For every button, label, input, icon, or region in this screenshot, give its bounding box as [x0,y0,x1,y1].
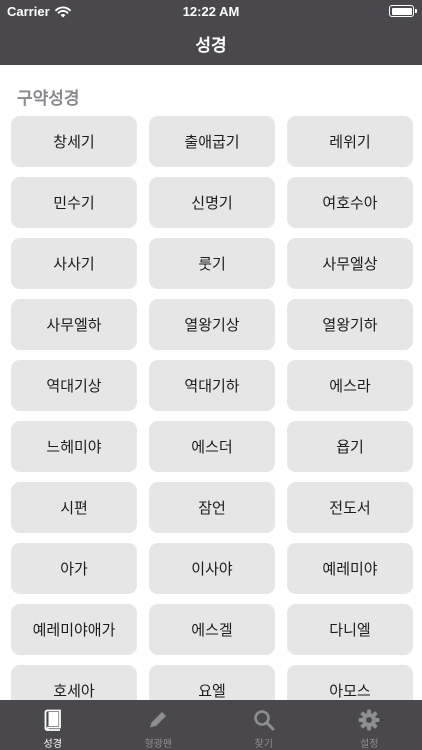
navigation-bar: 성경 [0,22,422,65]
book-button[interactable]: 이사야 [149,543,275,594]
book-button[interactable]: 시편 [11,482,137,533]
book-button[interactable]: 역대기상 [11,360,137,411]
book-grid: 창세기 출애굽기 레위기민수기 신명기 여호수아사사기 룻기 사무엘상사무엘하 열왕기상 열왕기… [11,116,413,716]
tab-2[interactable]: 형광펜 [106,700,212,750]
book-button[interactable]: 에스더 [149,421,275,472]
tab-bar: 성경 형광펜 찾기 설정 [0,700,422,750]
book-button[interactable]: 역대기하 [149,360,275,411]
book-button[interactable]: 아가 [11,543,137,594]
book-button[interactable]: 신명기 [149,177,275,228]
tab-label: 성경 [43,739,62,750]
tab-label: 설정 [360,739,379,750]
status-bar: Carrier 12:22 AM [0,0,422,22]
section-title: 구약성경 [17,89,80,109]
book-button[interactable]: 열왕기하 [287,299,413,350]
book-button[interactable]: 사무엘상 [287,238,413,289]
status-time: 12:22 AM [182,4,240,19]
book-button[interactable]: 느헤미야 [11,421,137,472]
book-button[interactable]: 욥기 [287,421,413,472]
book-button[interactable]: 출애굽기 [149,116,275,167]
page-title: 성경 [195,36,227,56]
book-button[interactable]: 레위기 [287,116,413,167]
book-button[interactable]: 창세기 [11,116,137,167]
tab-3[interactable]: 찾기 [211,700,317,750]
book-button[interactable]: 민수기 [11,177,137,228]
book-button[interactable]: 예레미야애가 [11,604,137,655]
battery-icon [389,5,417,17]
tab-4[interactable]: 설정 [317,700,422,750]
book-button[interactable]: 에스겔 [149,604,275,655]
book-button[interactable]: 전도서 [287,482,413,533]
book-button[interactable]: 사무엘하 [11,299,137,350]
tab-label: 찾기 [254,739,273,750]
search-icon [251,707,277,732]
book-button[interactable]: 다니엘 [287,604,413,655]
book-button[interactable]: 여호수아 [287,177,413,228]
battery-fill [391,7,412,15]
pencil-icon [145,707,171,732]
tab-label: 형광펜 [144,739,173,750]
book-button[interactable]: 열왕기상 [149,299,275,350]
book-icon [40,707,66,732]
book-button[interactable]: 사사기 [11,238,137,289]
book-button[interactable]: 에스라 [287,360,413,411]
book-button[interactable]: 룻기 [149,238,275,289]
tab-1[interactable]: 성경 [0,700,106,750]
book-button[interactable]: 예레미야 [287,543,413,594]
gear-icon [356,707,382,732]
book-button[interactable]: 잠언 [149,482,275,533]
